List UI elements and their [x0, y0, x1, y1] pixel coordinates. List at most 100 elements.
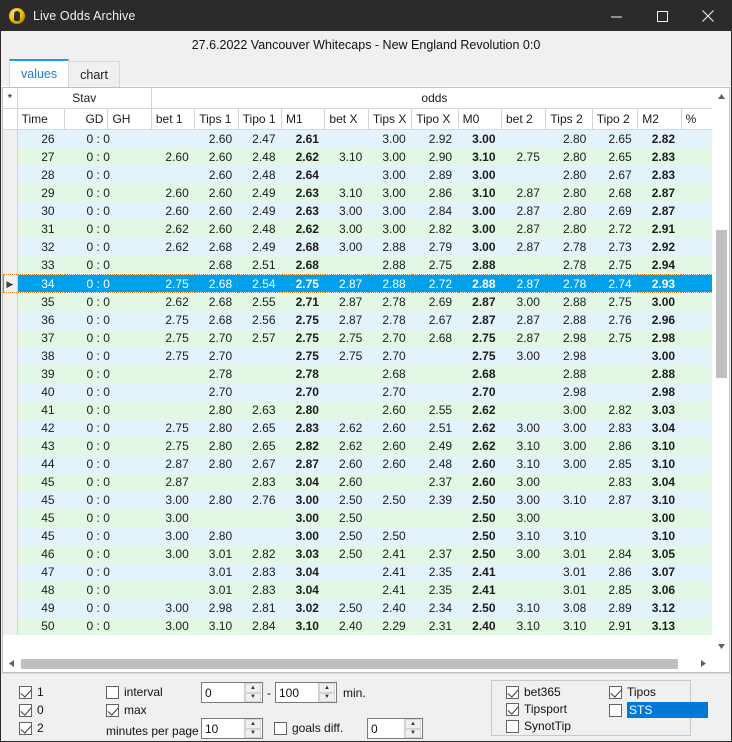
checkbox-bookmaker-synottip[interactable]: SynotTip	[506, 719, 571, 733]
table-row[interactable]: 47 0 : 0 3.01 2.83 3.04 2.41 2.35 2.41 3.01 2.86 3…	[3, 563, 712, 581]
checkbox-bookmaker-tipsport[interactable]: Tipsport	[506, 702, 567, 716]
row-selector-cell[interactable]	[3, 347, 18, 365]
table-row[interactable]: 32 0 : 0 2.62 2.68 2.49 2.68 3.00 2.88 2.79 3.00 2…	[3, 238, 712, 256]
minutes-per-page-stepper[interactable]: ▲ ▼	[201, 718, 263, 739]
range-to-down-arrow[interactable]: ▼	[319, 692, 335, 702]
row-selector-cell[interactable]	[3, 437, 18, 455]
goals-diff-up-arrow[interactable]: ▲	[405, 719, 421, 729]
scroll-right-arrow[interactable]	[695, 655, 712, 672]
column-header-m0[interactable]: M0	[458, 108, 503, 130]
table-row[interactable]: 49 0 : 0 3.00 2.98 2.81 3.02 2.50 2.40 2.34 2.50 3…	[3, 599, 712, 617]
range-to-spin-buttons[interactable]: ▲ ▼	[318, 683, 335, 702]
column-header-time[interactable]: Time	[17, 108, 66, 130]
row-selector-cell[interactable]	[3, 419, 18, 437]
column-header-tipox[interactable]: Tipo X	[411, 108, 459, 130]
scroll-left-arrow[interactable]	[3, 655, 20, 672]
row-selector-cell[interactable]: ▶	[3, 274, 18, 293]
table-row[interactable]: 33 0 : 0 2.68 2.51 2.68 2.88 2.75 2.88 2.78 2.75 2…	[3, 256, 712, 275]
vertical-scrollbar[interactable]	[712, 88, 729, 655]
table-row[interactable]: 27 0 : 0 2.60 2.60 2.48 2.62 3.10 3.00 2.90 3.10 2…	[3, 148, 712, 166]
checkbox-max[interactable]: max	[106, 703, 147, 717]
table-row[interactable]: ▶ 34 0 : 0 2.75 2.68 2.54 2.75 2.87 2.88 2.72 2.88…	[3, 274, 712, 293]
row-selector-cell[interactable]	[3, 617, 18, 635]
checkbox-score-2[interactable]: 2	[19, 721, 44, 735]
table-row[interactable]: 39 0 : 0 2.78 2.78 2.68 2.68 2.88 2.88	[3, 365, 712, 383]
row-selector-cell[interactable]	[3, 599, 18, 617]
vertical-scroll-thumb[interactable]	[716, 230, 727, 378]
goals-diff-input[interactable]	[368, 719, 404, 738]
goals-diff-down-arrow[interactable]: ▼	[405, 728, 421, 738]
checkbox-score-0-box[interactable]	[19, 703, 32, 717]
table-row[interactable]: 28 0 : 0 2.60 2.48 2.64 3.00 2.89 3.00 2.80 2.67 2…	[3, 166, 712, 184]
range-from-down-arrow[interactable]: ▼	[245, 692, 261, 702]
column-header-pct[interactable]: %	[681, 108, 712, 130]
table-row[interactable]: 30 0 : 0 2.60 2.60 2.49 2.63 3.00 3.00 2.84 3.00 2…	[3, 202, 712, 220]
checkbox-score-0[interactable]: 0	[19, 703, 44, 717]
checkbox-score-1[interactable]: 1	[19, 685, 44, 699]
tab-chart[interactable]: chart	[68, 61, 120, 87]
scroll-up-arrow[interactable]	[713, 88, 729, 105]
scroll-down-arrow[interactable]	[713, 638, 729, 655]
table-row[interactable]: 45 0 : 0 3.00 2.80 3.00 2.50 2.50 2.50 3.10 3.10 3…	[3, 527, 712, 545]
minutes-per-page-input[interactable]	[202, 719, 244, 738]
table-row[interactable]: 48 0 : 0 3.01 2.83 3.04 2.41 2.35 2.41 3.01 2.85 3…	[3, 581, 712, 599]
row-selector-cell[interactable]	[3, 563, 18, 581]
goals-diff-stepper[interactable]: ▲ ▼	[367, 718, 423, 739]
row-selector-cell[interactable]	[3, 329, 18, 347]
column-header-gh[interactable]: GH	[107, 108, 152, 130]
range-to-stepper[interactable]: ▲ ▼	[275, 682, 337, 703]
checkbox-max-box[interactable]	[106, 703, 119, 717]
checkbox-tipos-box[interactable]	[609, 685, 622, 699]
table-row[interactable]: 37 0 : 0 2.75 2.70 2.57 2.75 2.75 2.70 2.68 2.75 2…	[3, 329, 712, 347]
column-header-tipo1[interactable]: Tipo 1	[238, 108, 283, 130]
checkbox-bet365-box[interactable]	[506, 685, 519, 699]
column-header-bet2[interactable]: bet 2	[501, 108, 547, 130]
minutes-per-page-down-arrow[interactable]: ▼	[245, 728, 261, 738]
checkbox-bookmaker-bet365[interactable]: bet365	[506, 685, 561, 699]
row-selector-cell[interactable]	[3, 455, 18, 473]
checkbox-bookmaker-sts[interactable]: STS	[609, 702, 709, 718]
row-selector-cell[interactable]	[3, 473, 18, 491]
row-selector-cell[interactable]	[3, 365, 18, 383]
table-row[interactable]: 43 0 : 0 2.75 2.80 2.65 2.82 2.62 2.60 2.49 2.62 3…	[3, 437, 712, 455]
close-button[interactable]	[685, 1, 731, 31]
row-selector-cell[interactable]	[3, 238, 18, 256]
range-from-up-arrow[interactable]: ▲	[245, 683, 261, 693]
table-row[interactable]: 38 0 : 0 2.75 2.70 2.75 2.75 2.70 2.75 3.00 2.98 3…	[3, 347, 712, 365]
column-header-tips1[interactable]: Tips 1	[194, 108, 239, 130]
column-header-gd[interactable]: GD	[64, 108, 109, 130]
row-selector-cell[interactable]	[3, 202, 18, 220]
tab-values[interactable]: values	[9, 59, 70, 87]
column-header-select[interactable]	[3, 108, 18, 130]
checkbox-goals-diff[interactable]: goals diff.	[274, 721, 343, 735]
minimize-button[interactable]	[593, 1, 639, 31]
row-selector-cell[interactable]	[3, 581, 18, 599]
column-header-m2[interactable]: M2	[637, 108, 682, 130]
checkbox-score-1-box[interactable]	[19, 685, 32, 699]
checkbox-sts-box[interactable]	[609, 703, 622, 717]
row-selector-cell[interactable]	[3, 129, 18, 148]
table-row[interactable]: 31 0 : 0 2.62 2.60 2.48 2.62 3.00 3.00 2.82 3.00 2…	[3, 220, 712, 238]
range-to-up-arrow[interactable]: ▲	[319, 683, 335, 693]
column-header-tipo2[interactable]: Tipo 2	[592, 108, 639, 130]
table-row[interactable]: 45 0 : 0 3.00 3.00 2.50 2.50 3.00 3.00	[3, 509, 712, 527]
odds-grid[interactable]: * Stav odds Time GD GH bet 1 Tips 1 Tipo…	[2, 87, 730, 673]
row-selector-cell[interactable]	[3, 383, 18, 401]
checkbox-interval-box[interactable]	[106, 685, 119, 699]
row-selector-cell[interactable]	[3, 509, 18, 527]
row-selector-cell[interactable]	[3, 311, 18, 329]
row-selector-cell[interactable]	[3, 220, 18, 238]
minutes-per-page-up-arrow[interactable]: ▲	[245, 719, 261, 729]
range-from-stepper[interactable]: ▲ ▼	[201, 682, 263, 703]
range-from-input[interactable]	[202, 683, 244, 702]
row-selector-cell[interactable]	[3, 401, 18, 419]
column-header-bet1[interactable]: bet 1	[151, 108, 196, 130]
checkbox-tipsport-box[interactable]	[506, 702, 519, 716]
table-row[interactable]: 35 0 : 0 2.62 2.68 2.55 2.71 2.87 2.78 2.69 2.87 3…	[3, 292, 712, 311]
table-row[interactable]: 29 0 : 0 2.60 2.60 2.49 2.63 3.10 3.00 2.86 3.10 2…	[3, 184, 712, 202]
row-selector-cell[interactable]	[3, 256, 18, 275]
minutes-per-page-spin-buttons[interactable]: ▲ ▼	[244, 719, 261, 738]
table-row[interactable]: 36 0 : 0 2.75 2.68 2.56 2.75 2.87 2.78 2.67 2.87 2…	[3, 311, 712, 329]
table-row[interactable]: 40 0 : 0 2.70 2.70 2.70 2.70 2.98 2.98	[3, 383, 712, 401]
table-row[interactable]: 45 0 : 0 2.87 2.83 3.04 2.60 2.37 2.60 3.00 2.83 3…	[3, 473, 712, 491]
